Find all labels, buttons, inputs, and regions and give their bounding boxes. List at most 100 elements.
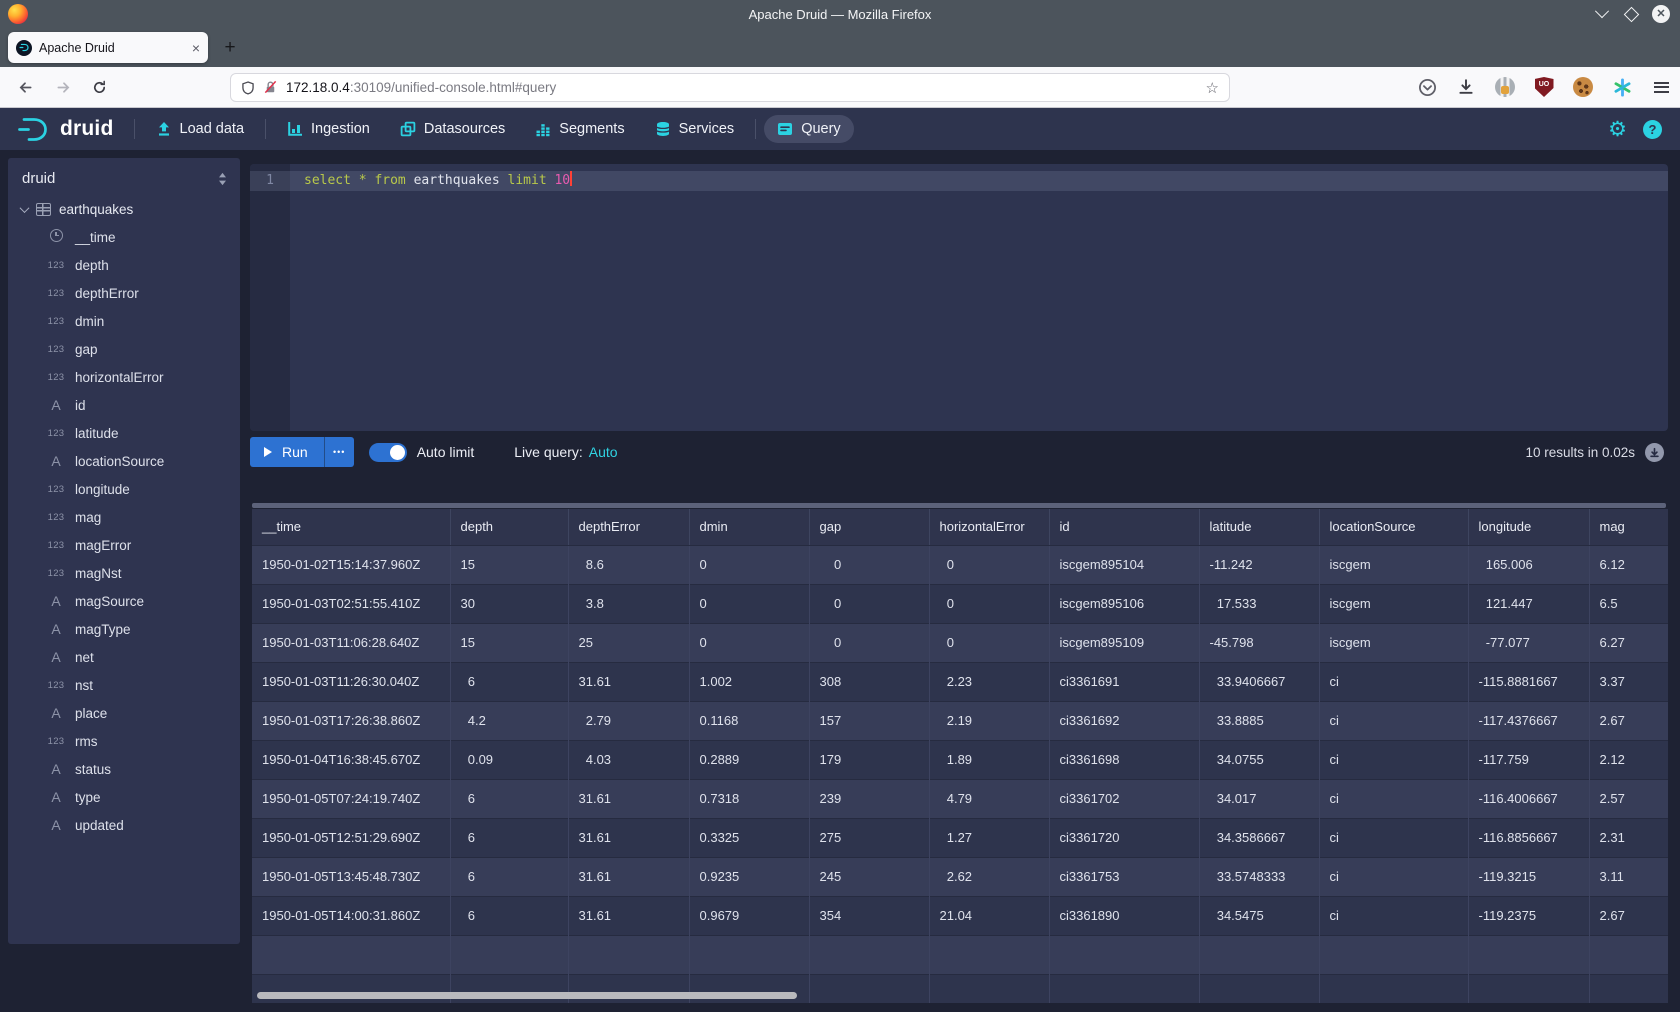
cell[interactable]: 2.62 [929, 857, 1049, 896]
privacy-badger-icon[interactable] [1494, 76, 1516, 98]
url-bar[interactable]: 172.18.0.4:30109/unified-console.html#qu… [230, 73, 1230, 102]
sidebar-column-magSource[interactable]: A magSource [8, 587, 240, 615]
navbar-item-segments[interactable]: Segments [522, 115, 637, 143]
column-header-time[interactable]: __time [252, 509, 450, 545]
sidebar-column-magType[interactable]: A magType [8, 615, 240, 643]
sidebar-column-longitude[interactable]: 123 longitude [8, 475, 240, 503]
sidebar-column-horizontalError[interactable]: 123 horizontalError [8, 363, 240, 391]
cell[interactable]: -119.3215 [1468, 857, 1589, 896]
window-maximize-icon[interactable] [1623, 6, 1639, 22]
sidebar-column-depth[interactable]: 123 depth [8, 251, 240, 279]
cell[interactable]: 1950-01-05T07:24:19.740Z [252, 779, 450, 818]
cell[interactable]: 0.3325 [689, 818, 809, 857]
cell[interactable]: 0 [809, 623, 929, 662]
sidebar-column-locationSource[interactable]: A locationSource [8, 447, 240, 475]
cell[interactable]: 0.9679 [689, 896, 809, 935]
cell[interactable]: ci3361720 [1049, 818, 1199, 857]
cell[interactable]: iscgem895109 [1049, 623, 1199, 662]
cell[interactable]: ci [1319, 779, 1468, 818]
cell[interactable]: ci3361890 [1049, 896, 1199, 935]
cell[interactable]: 2.31 [1589, 818, 1668, 857]
cell[interactable]: 0.2889 [689, 740, 809, 779]
cell[interactable]: 3.11 [1589, 857, 1668, 896]
sort-columns-icon[interactable] [217, 172, 228, 186]
cell[interactable]: 34.3586667 [1199, 818, 1319, 857]
cell[interactable]: -117.759 [1468, 740, 1589, 779]
back-button[interactable] [12, 74, 38, 100]
cell[interactable]: 30 [450, 584, 568, 623]
new-tab-button[interactable] [216, 34, 244, 62]
column-header-depth[interactable]: depth [450, 509, 568, 545]
cell[interactable]: 0 [929, 623, 1049, 662]
sidebar-column-place[interactable]: A place [8, 699, 240, 727]
cell[interactable]: 6 [450, 818, 568, 857]
cell[interactable]: 17.533 [1199, 584, 1319, 623]
cell[interactable]: 239 [809, 779, 929, 818]
cell[interactable]: ci3361753 [1049, 857, 1199, 896]
ublock-icon[interactable]: UO [1533, 76, 1555, 98]
cell[interactable]: 1.27 [929, 818, 1049, 857]
lock-slash-icon[interactable] [263, 80, 278, 95]
sidebar-column-net[interactable]: A net [8, 643, 240, 671]
cell[interactable]: ci [1319, 701, 1468, 740]
cell[interactable]: 0.09 [450, 740, 568, 779]
cell[interactable]: 33.9406667 [1199, 662, 1319, 701]
sidebar-table-earthquakes[interactable]: earthquakes [8, 195, 240, 223]
bookmark-star-icon[interactable] [1206, 79, 1219, 97]
reload-button[interactable] [86, 74, 112, 100]
cell[interactable]: 2.67 [1589, 896, 1668, 935]
cell[interactable]: 3.37 [1589, 662, 1668, 701]
sidebar-column-magError[interactable]: 123 magError [8, 531, 240, 559]
cell[interactable]: -77.077 [1468, 623, 1589, 662]
column-header-horizontalError[interactable]: horizontalError [929, 509, 1049, 545]
menu-icon[interactable] [1650, 76, 1672, 98]
cell[interactable]: 6 [450, 896, 568, 935]
sidebar-column-dmin[interactable]: 123 dmin [8, 307, 240, 335]
cell[interactable]: 4.79 [929, 779, 1049, 818]
window-close-icon[interactable]: ✕ [1652, 5, 1670, 23]
cell[interactable]: 2.12 [1589, 740, 1668, 779]
cell[interactable]: 121.447 [1468, 584, 1589, 623]
run-more-button[interactable]: ••• [324, 437, 354, 467]
cell[interactable]: ci [1319, 662, 1468, 701]
sql-editor[interactable]: 1 select * from earthquakes limit 10 [250, 164, 1668, 431]
cell[interactable]: ci [1319, 857, 1468, 896]
cell[interactable]: 4.2 [450, 701, 568, 740]
cell[interactable]: -116.8856667 [1468, 818, 1589, 857]
cell[interactable]: 0 [689, 584, 809, 623]
cell[interactable]: 1.002 [689, 662, 809, 701]
sidebar-column-gap[interactable]: 123 gap [8, 335, 240, 363]
sidebar-column-depthError[interactable]: 123 depthError [8, 279, 240, 307]
cell[interactable]: 1950-01-05T13:45:48.730Z [252, 857, 450, 896]
cell[interactable]: 31.61 [568, 779, 689, 818]
tracking-shield-icon[interactable] [241, 80, 255, 96]
cell[interactable]: -45.798 [1199, 623, 1319, 662]
cell[interactable]: 31.61 [568, 662, 689, 701]
url-text[interactable]: 172.18.0.4:30109/unified-console.html#qu… [286, 80, 1198, 95]
pocket-icon[interactable] [1416, 76, 1438, 98]
cell[interactable]: 1.89 [929, 740, 1049, 779]
cell[interactable]: 3.8 [568, 584, 689, 623]
cell[interactable]: 33.5748333 [1199, 857, 1319, 896]
auto-limit-toggle[interactable] [369, 443, 407, 462]
sidebar-column-updated[interactable]: A updated [8, 811, 240, 839]
cell[interactable]: 354 [809, 896, 929, 935]
cell[interactable]: 31.61 [568, 857, 689, 896]
pane-splitter[interactable] [252, 503, 1666, 508]
horizontal-scrollbar[interactable] [257, 992, 797, 999]
column-header-longitude[interactable]: longitude [1468, 509, 1589, 545]
cell[interactable]: 2.79 [568, 701, 689, 740]
window-minimize-icon[interactable] [1594, 6, 1610, 22]
sidebar-column-id[interactable]: A id [8, 391, 240, 419]
cell[interactable]: 15 [450, 623, 568, 662]
cell[interactable]: 165.006 [1468, 545, 1589, 584]
cell[interactable]: iscgem [1319, 545, 1468, 584]
live-query-value[interactable]: Auto [589, 444, 618, 460]
column-header-locationSource[interactable]: locationSource [1319, 509, 1468, 545]
cell[interactable]: iscgem [1319, 584, 1468, 623]
cell[interactable]: ci [1319, 896, 1468, 935]
navbar-item-datasources[interactable]: Datasources [387, 115, 518, 143]
cell[interactable]: 2.19 [929, 701, 1049, 740]
cell[interactable]: 0 [809, 545, 929, 584]
cell[interactable]: 31.61 [568, 818, 689, 857]
